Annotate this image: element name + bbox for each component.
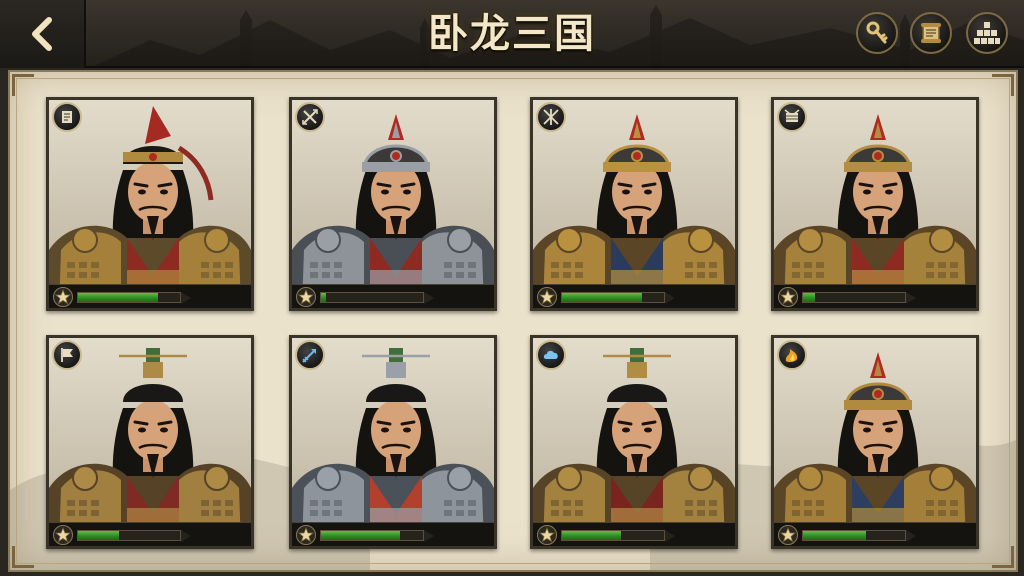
progress-bar	[802, 530, 906, 541]
progress-fill	[803, 293, 816, 302]
class-badge	[295, 340, 325, 370]
progress-fill	[803, 531, 867, 540]
general-portrait	[292, 338, 494, 546]
star-icon	[296, 287, 316, 307]
star-icon	[778, 525, 798, 545]
top-bar: 卧龙三国	[0, 0, 1024, 68]
class-badge	[52, 102, 82, 132]
progress-bar	[802, 292, 906, 303]
general-card[interactable]	[46, 335, 254, 549]
general-card[interactable]	[530, 97, 738, 311]
arrow-class-icon	[302, 349, 316, 363]
star-icon	[537, 287, 557, 307]
corner-ornament	[12, 546, 34, 568]
star-badge	[777, 524, 799, 546]
chevron-left-icon	[32, 17, 52, 51]
formation-button[interactable]	[966, 12, 1008, 54]
progress-arrow	[181, 292, 191, 304]
progress-bar	[320, 530, 424, 541]
general-card[interactable]	[771, 335, 979, 549]
cloud-class-icon	[543, 350, 558, 359]
corner-ornament	[992, 74, 1014, 96]
general-portrait	[774, 338, 976, 546]
corner-ornament	[992, 546, 1014, 568]
fire-class-icon	[785, 349, 798, 363]
star-icon	[537, 525, 557, 545]
scroll-icon	[921, 23, 941, 43]
progress-row	[49, 522, 251, 546]
star-icon	[296, 525, 316, 545]
crossed-spears-class-icon	[543, 109, 559, 125]
corner-ornament	[12, 74, 34, 96]
general-portrait	[533, 338, 735, 546]
general-card[interactable]	[46, 97, 254, 311]
progress-bar	[561, 530, 665, 541]
class-badge	[777, 340, 807, 370]
progress-bar	[77, 530, 181, 541]
general-card[interactable]	[289, 335, 497, 549]
general-portrait	[533, 100, 735, 308]
progress-bar	[320, 292, 424, 303]
star-badge	[536, 286, 558, 308]
progress-row	[774, 522, 976, 546]
flag-class-icon	[61, 348, 73, 362]
progress-fill	[321, 293, 327, 302]
progress-arrow	[181, 530, 191, 542]
progress-arrow	[906, 292, 916, 304]
star-badge	[52, 524, 74, 546]
general-portrait	[774, 100, 976, 308]
progress-arrow	[665, 530, 675, 542]
general-portrait	[49, 338, 251, 546]
page-title: 卧龙三国	[428, 10, 596, 57]
class-badge	[295, 102, 325, 132]
star-badge	[777, 286, 799, 308]
progress-arrow	[424, 530, 434, 542]
general-card[interactable]	[771, 97, 979, 311]
class-badge	[52, 340, 82, 370]
scroll-button[interactable]	[910, 12, 952, 54]
scroll-class-icon	[62, 111, 72, 123]
star-badge	[52, 286, 74, 308]
star-icon	[53, 287, 73, 307]
class-badge	[777, 102, 807, 132]
general-portrait	[292, 100, 494, 308]
progress-fill	[78, 531, 119, 540]
star-badge	[295, 524, 317, 546]
progress-fill	[562, 531, 622, 540]
progress-row	[49, 284, 251, 308]
general-portrait	[49, 100, 251, 308]
back-button[interactable]	[0, 0, 86, 68]
progress-row	[292, 522, 494, 546]
progress-fill	[321, 531, 400, 540]
general-card[interactable]	[530, 335, 738, 549]
star-icon	[53, 525, 73, 545]
progress-row	[292, 284, 494, 308]
war-drum-class-icon	[784, 109, 800, 122]
class-badge	[536, 102, 566, 132]
star-icon	[778, 287, 798, 307]
progress-row	[774, 284, 976, 308]
general-card[interactable]	[289, 97, 497, 311]
progress-fill	[562, 293, 642, 302]
progress-arrow	[424, 292, 434, 304]
progress-row	[533, 522, 735, 546]
key-icon	[866, 21, 888, 44]
formation-icon	[974, 22, 1000, 44]
progress-arrow	[665, 292, 675, 304]
key-button[interactable]	[856, 12, 898, 54]
crossed-swords-class-icon	[302, 109, 318, 125]
star-badge	[536, 524, 558, 546]
progress-bar	[561, 292, 665, 303]
progress-bar	[77, 292, 181, 303]
star-badge	[295, 286, 317, 308]
progress-row	[533, 284, 735, 308]
progress-arrow	[906, 530, 916, 542]
progress-fill	[78, 293, 158, 302]
class-badge	[536, 340, 566, 370]
